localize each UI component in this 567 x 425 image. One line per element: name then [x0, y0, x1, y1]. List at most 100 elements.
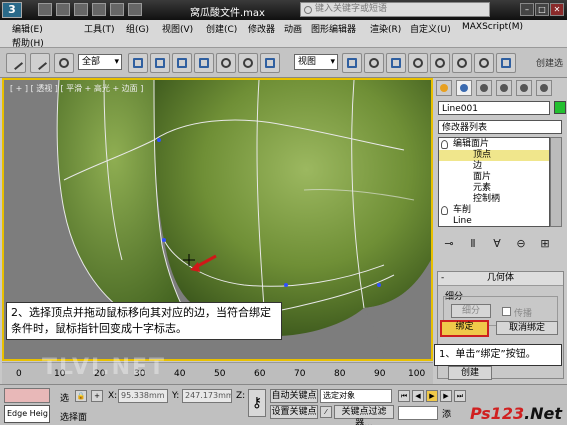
select-move-icon[interactable]: [216, 53, 236, 73]
keyboard-shortcut-icon[interactable]: [386, 53, 406, 73]
show-end-result-icon[interactable]: Ⅱ: [464, 236, 482, 252]
bind-button[interactable]: 绑定: [440, 320, 489, 337]
select-scale-icon[interactable]: [260, 53, 280, 73]
menu-maxscript[interactable]: MAXScript(M): [462, 22, 523, 32]
object-color-swatch[interactable]: [554, 101, 566, 114]
modifier-stack-scrollbar[interactable]: [550, 137, 562, 227]
viewport-label[interactable]: [ + ] [ 透视 ] [ 平滑 + 高光 + 边面 ]: [10, 83, 143, 94]
minimize-button[interactable]: –: [520, 3, 534, 16]
subdivide-button[interactable]: 细分: [451, 304, 491, 318]
create-button[interactable]: 创建: [448, 366, 492, 380]
add-time-tag-label[interactable]: 添: [442, 407, 451, 420]
maxscript-listener-mini[interactable]: [4, 388, 50, 403]
menu-graph-editors[interactable]: 图形编辑器: [311, 22, 356, 35]
menu-modifiers[interactable]: 修改器: [248, 22, 275, 35]
open-file-icon[interactable]: [56, 3, 70, 16]
utilities-tab-icon[interactable]: [536, 80, 552, 96]
set-key-button[interactable]: 设置关键点: [270, 405, 318, 419]
previous-frame-icon[interactable]: ◀: [412, 390, 424, 402]
auto-key-button[interactable]: 自动关键点: [270, 389, 318, 403]
modify-tab-icon[interactable]: [456, 80, 472, 96]
modifier-stack[interactable]: 编辑面片 顶点 边 面片 元素 控制柄 车削 Line: [438, 137, 550, 227]
current-frame-field[interactable]: [398, 406, 438, 420]
modifier-list-select[interactable]: 修改器列表: [438, 120, 562, 134]
app-logo-icon[interactable]: 3: [2, 2, 22, 18]
make-unique-icon[interactable]: ∀: [488, 236, 506, 252]
menu-customize[interactable]: 自定义(U): [410, 22, 451, 35]
angle-snap-icon[interactable]: [430, 53, 450, 73]
select-manipulate-icon[interactable]: [364, 53, 384, 73]
menu-edit[interactable]: 编辑(E): [12, 22, 43, 35]
stack-item-edit-patch[interactable]: 编辑面片: [439, 139, 549, 150]
select-by-name-icon[interactable]: [150, 53, 170, 73]
tick-label: 100: [408, 369, 426, 379]
selection-filter-select[interactable]: 全部: [78, 54, 122, 70]
goto-end-icon[interactable]: ⏭: [454, 390, 466, 402]
select-and-link-icon[interactable]: [6, 53, 26, 73]
key-selection-select[interactable]: 选定对象: [320, 389, 392, 403]
bind-space-warp-icon[interactable]: [54, 53, 74, 73]
remove-modifier-icon[interactable]: ⊖: [512, 236, 530, 252]
x-coordinate-field[interactable]: 95.338mm: [118, 389, 168, 403]
stack-item-line[interactable]: Line: [439, 216, 549, 226]
maximize-button[interactable]: □: [535, 3, 549, 16]
bulb-icon[interactable]: [441, 206, 448, 215]
menu-create[interactable]: 创建(C): [206, 22, 237, 35]
stack-item-element[interactable]: 元素: [439, 183, 549, 194]
timeline-track[interactable]: 0 10 20 30 40 50 60 70 80 90 100 TLVI.NE…: [2, 355, 433, 384]
spinner-snap-icon[interactable]: [474, 53, 494, 73]
absolute-mode-icon[interactable]: +: [91, 390, 103, 402]
edit-named-selection-icon[interactable]: [496, 53, 516, 73]
stack-item-handle[interactable]: 控制柄: [439, 194, 549, 205]
next-frame-icon[interactable]: ▶: [440, 390, 452, 402]
display-tab-icon[interactable]: [516, 80, 532, 96]
create-tab-icon[interactable]: [436, 80, 452, 96]
project-folder-icon[interactable]: [128, 3, 142, 16]
undo-icon[interactable]: [92, 3, 106, 16]
maxscript-input-field[interactable]: Edge Heig: [4, 405, 50, 423]
stack-item-patch[interactable]: 面片: [439, 172, 549, 183]
default-tangent-icon[interactable]: ⁄: [320, 406, 332, 418]
menu-group[interactable]: 组(G): [126, 22, 149, 35]
pivot-center-icon[interactable]: [342, 53, 362, 73]
unlink-icon[interactable]: [30, 53, 50, 73]
set-key-icon[interactable]: ⚷: [248, 389, 266, 417]
perspective-viewport[interactable]: [ + ] [ 透视 ] [ 平滑 + 高光 + 边面 ] 2、选择顶点并拖动鼠…: [2, 78, 433, 361]
new-file-icon[interactable]: [38, 3, 52, 16]
close-button[interactable]: ✕: [550, 3, 564, 16]
motion-tab-icon[interactable]: [496, 80, 512, 96]
window-crossing-icon[interactable]: [194, 53, 214, 73]
pin-stack-icon[interactable]: ⊸: [440, 236, 458, 252]
redo-icon[interactable]: [110, 3, 124, 16]
save-file-icon[interactable]: [74, 3, 88, 16]
stack-item-edge[interactable]: 边: [439, 161, 549, 172]
bulb-icon[interactable]: [441, 140, 448, 149]
rectangle-selection-icon[interactable]: [172, 53, 192, 73]
propagate-checkbox[interactable]: [502, 307, 511, 316]
menu-tools[interactable]: 工具(T): [84, 22, 115, 35]
play-icon[interactable]: ▶: [426, 390, 438, 402]
create-selection-set-field[interactable]: 创建选: [536, 56, 563, 69]
search-input[interactable]: 键入关键字或短语: [300, 2, 490, 17]
snap-toggle-icon[interactable]: [408, 53, 428, 73]
z-label: Z:: [236, 391, 246, 401]
select-rotate-icon[interactable]: [238, 53, 258, 73]
select-object-icon[interactable]: [128, 53, 148, 73]
lock-selection-icon[interactable]: 🔒: [75, 390, 87, 402]
menu-rendering[interactable]: 渲染(R): [370, 22, 401, 35]
hierarchy-tab-icon[interactable]: [476, 80, 492, 96]
key-filters-button[interactable]: 关键点过滤器...: [334, 405, 394, 425]
menu-animation[interactable]: 动画: [284, 22, 302, 35]
object-name-field[interactable]: Line001: [438, 101, 550, 115]
tick-label: 80: [334, 369, 346, 379]
unbind-button[interactable]: 取消绑定: [496, 321, 558, 335]
percent-snap-icon[interactable]: [452, 53, 472, 73]
configure-sets-icon[interactable]: ⊞: [536, 236, 554, 252]
geometry-rollout-header[interactable]: - 几何体: [438, 272, 563, 286]
y-coordinate-field[interactable]: 247.173mm: [182, 389, 232, 403]
stack-item-lathe[interactable]: 车削: [439, 205, 549, 216]
goto-start-icon[interactable]: ⏮: [398, 390, 410, 402]
menu-views[interactable]: 视图(V): [162, 22, 193, 35]
reference-coordinate-select[interactable]: 视图: [294, 54, 338, 70]
stack-item-vertex[interactable]: 顶点: [439, 150, 549, 161]
